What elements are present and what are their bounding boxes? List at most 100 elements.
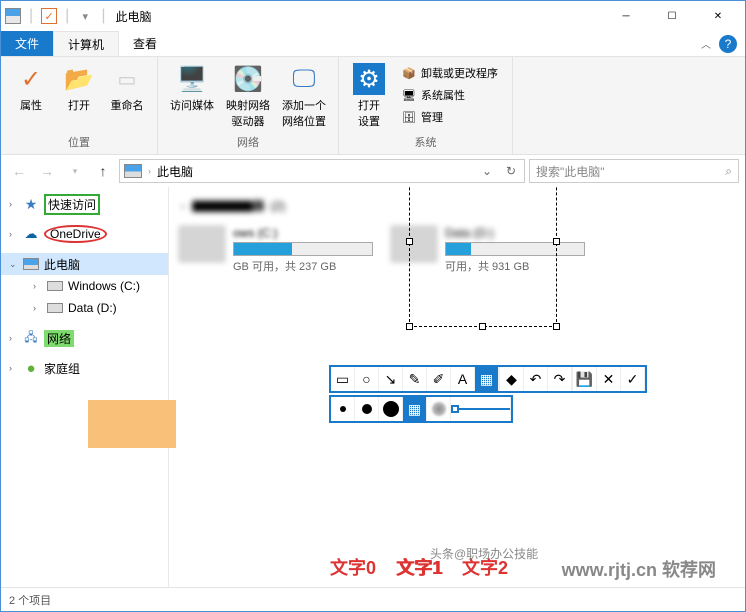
size-large-button[interactable] — [379, 397, 403, 421]
system-properties-button[interactable]: 🖥 系统属性 — [397, 85, 502, 105]
properties-button[interactable]: ✓ 属性 — [9, 61, 53, 115]
collapse-ribbon-icon[interactable]: ︿ — [701, 36, 711, 51]
addloc-icon: 🖵 — [288, 63, 320, 95]
tab-computer[interactable]: 计算机 — [53, 31, 119, 56]
drive-d-name: Data (D:) — [445, 226, 585, 240]
drives-section-header[interactable]: ⌄ ▇▇▇▇▇器 (2) — [179, 197, 735, 214]
drive-d-item[interactable]: Data (D:) 可用，共 931 GB — [391, 226, 585, 274]
drive-c-icon — [179, 226, 225, 262]
minimize-button[interactable]: ─ — [603, 2, 649, 30]
qat-sep: | — [29, 7, 33, 25]
tab-view[interactable]: 查看 — [119, 31, 171, 56]
uninstall-programs-button[interactable]: 📦 卸载或更改程序 — [397, 63, 502, 83]
manage-button[interactable]: 🗄 管理 — [397, 107, 502, 127]
watermark-left: 头条@职场办公技能 — [430, 545, 538, 562]
size-medium-button[interactable] — [355, 397, 379, 421]
sidebar-item-network[interactable]: › 🖧 网络 — [1, 327, 168, 349]
expand-arrow-icon[interactable]: › — [9, 199, 21, 209]
content-area: › ★ 快速访问 › ☁ OneDrive ⌄ 此电脑 › Windows (C… — [1, 187, 745, 587]
redo-button[interactable]: ↷ — [548, 367, 572, 391]
ribbon-group-location: ✓ 属性 📂 打开 ▭ 重命名 位置 — [1, 57, 158, 154]
open-button[interactable]: 📂 打开 — [57, 61, 101, 115]
addr-chevron-icon[interactable]: › — [148, 166, 151, 176]
drive-d-icon — [391, 226, 437, 262]
mosaic-tool-button[interactable]: ▦ — [475, 367, 499, 391]
arrow-tool-button[interactable]: ↘ — [379, 367, 403, 391]
rename-button[interactable]: ▭ 重命名 — [105, 61, 149, 115]
address-field[interactable]: › 此电脑 ⌄ ↻ — [119, 159, 525, 183]
titlebar: | ✓ | ▾ | 此电脑 ─ ☐ ✕ — [1, 1, 745, 31]
expand-arrow-icon[interactable]: › — [9, 333, 21, 343]
sidebar-item-thispc[interactable]: ⌄ 此电脑 — [1, 253, 168, 275]
drive-icon — [47, 278, 63, 294]
addloc-label: 添加一个 网络位置 — [282, 97, 326, 129]
drive-c-label: Windows (C:) — [68, 279, 140, 293]
system-group-label: 系统 — [347, 134, 504, 150]
help-icon[interactable]: ? — [719, 35, 737, 53]
qat-dropdown-icon[interactable]: ▾ — [77, 8, 93, 24]
sidebar-item-homegroup[interactable]: › ● 家庭组 — [1, 357, 168, 379]
search-field[interactable]: 搜索"此电脑" ⌕ — [529, 159, 739, 183]
nav-recent-button[interactable]: ▾ — [63, 159, 87, 183]
drives-row: ows (C:) GB 可用，共 237 GB Data (D:) 可用，共 9… — [179, 226, 735, 274]
drive-c-usage-bar — [233, 242, 373, 256]
tabs-right: ︿ ? — [701, 31, 745, 56]
annotation-size-row: ▦ — [329, 395, 513, 423]
address-dropdown-icon[interactable]: ⌄ — [478, 164, 496, 178]
nav-back-button[interactable]: ← — [7, 159, 31, 183]
homegroup-icon: ● — [23, 360, 39, 376]
address-pc-icon — [124, 164, 142, 178]
explorer-window: | ✓ | ▾ | 此电脑 ─ ☐ ✕ 文件 计算机 查看 ︿ ? ✓ 属性 — [0, 0, 746, 612]
drive-icon — [47, 300, 63, 316]
undo-button[interactable]: ↶ — [524, 367, 548, 391]
tab-file[interactable]: 文件 — [1, 31, 53, 56]
onedrive-label: OneDrive — [44, 225, 107, 243]
text-tool-button[interactable]: A — [451, 367, 475, 391]
network-group-label: 网络 — [166, 134, 330, 150]
eraser-tool-button[interactable]: ◆ — [500, 367, 524, 391]
search-placeholder: 搜索"此电脑" — [536, 163, 605, 180]
collapse-arrow-icon[interactable]: ⌄ — [9, 259, 21, 270]
open-settings-button[interactable]: ⚙ 打开 设置 — [347, 61, 391, 131]
add-network-location-button[interactable]: 🖵 添加一个 网络位置 — [278, 61, 330, 131]
open-icon: 📂 — [63, 63, 95, 95]
drives-count: (2) — [271, 199, 286, 213]
sidebar-item-onedrive[interactable]: › ☁ OneDrive — [1, 223, 168, 245]
access-media-button[interactable]: 🖥️ 访问媒体 — [166, 61, 218, 115]
expand-arrow-icon[interactable]: › — [9, 229, 21, 239]
expand-arrow-icon[interactable]: › — [33, 281, 45, 291]
sidebar-item-drive-c[interactable]: › Windows (C:) — [1, 275, 168, 297]
nav-up-button[interactable]: ↑ — [91, 159, 115, 183]
cancel-button[interactable]: ✕ — [597, 367, 621, 391]
uninstall-label: 卸载或更改程序 — [421, 65, 498, 81]
media-label: 访问媒体 — [170, 97, 214, 113]
mosaic-style-button[interactable]: ▦ — [403, 397, 427, 421]
map-drive-button[interactable]: 💽 映射网络 驱动器 — [222, 61, 274, 131]
confirm-button[interactable]: ✓ — [621, 367, 645, 391]
pencil-tool-button[interactable]: ✎ — [403, 367, 427, 391]
close-button[interactable]: ✕ — [695, 2, 741, 30]
ellipse-tool-button[interactable]: ○ — [355, 367, 379, 391]
drive-c-item[interactable]: ows (C:) GB 可用，共 237 GB — [179, 226, 373, 274]
thispc-label: 此电脑 — [44, 256, 80, 273]
expand-arrow-icon[interactable]: › — [33, 303, 45, 313]
address-path: 此电脑 — [157, 163, 193, 180]
maximize-button[interactable]: ☐ — [649, 2, 695, 30]
nav-forward-button[interactable]: → — [35, 159, 59, 183]
marker-tool-button[interactable]: ✐ — [427, 367, 451, 391]
qat-check-icon[interactable]: ✓ — [41, 8, 57, 24]
save-button[interactable]: 💾 — [573, 367, 597, 391]
address-refresh-icon[interactable]: ↻ — [502, 164, 520, 178]
size-small-button[interactable] — [331, 397, 355, 421]
qat-sep2: | — [65, 7, 69, 25]
rect-tool-button[interactable]: ▭ — [331, 367, 355, 391]
blur-style-button[interactable] — [427, 397, 451, 421]
settings-label: 打开 设置 — [358, 97, 380, 129]
sidebar-item-quickaccess[interactable]: › ★ 快速访问 — [1, 193, 168, 215]
intensity-slider[interactable] — [451, 397, 511, 421]
quickaccess-label: 快速访问 — [44, 194, 100, 215]
sidebar-item-drive-d[interactable]: › Data (D:) — [1, 297, 168, 319]
expand-arrow-icon[interactable]: › — [9, 363, 21, 373]
annotation-toolbar: ▭ ○ ↘ ✎ ✐ A ▦ ◆ ↶ ↷ 💾 ✕ ✓ — [329, 365, 647, 425]
navigation-pane: › ★ 快速访问 › ☁ OneDrive ⌄ 此电脑 › Windows (C… — [1, 187, 169, 587]
